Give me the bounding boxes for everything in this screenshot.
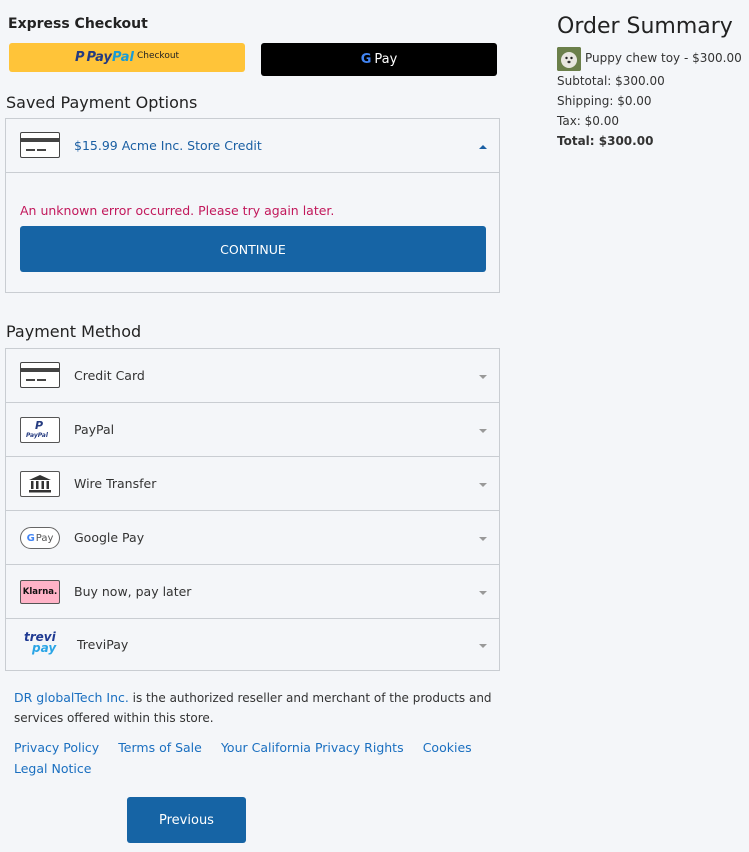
chevron-down-icon[interactable] — [479, 429, 487, 433]
footer-links: Privacy Policy Terms of Sale Your Califo… — [14, 737, 494, 779]
payment-method-google-pay[interactable]: G Pay Google Pay — [6, 511, 499, 565]
privacy-policy-link[interactable]: Privacy Policy — [14, 740, 99, 755]
continue-button[interactable]: CONTINUE — [20, 226, 486, 272]
payment-method-label: Credit Card — [74, 368, 145, 383]
trevi-bottom-text: pay — [32, 641, 57, 655]
order-item: Puppy chew toy - $300.00 — [585, 51, 742, 65]
cookies-link[interactable]: Cookies — [423, 740, 472, 755]
paypal-brand-pay: Pay — [86, 50, 113, 65]
credit-card-icon — [20, 132, 60, 158]
payment-method-panel: Credit Card P PayPal PayPal Wire Transfe… — [5, 348, 500, 671]
bank-icon — [20, 471, 60, 497]
klarna-icon: Klarna. — [20, 579, 60, 605]
error-message: An unknown error occurred. Please try ag… — [20, 203, 335, 218]
chevron-down-icon[interactable] — [479, 644, 487, 648]
payment-method-klarna[interactable]: Klarna. Buy now, pay later — [6, 565, 499, 619]
payment-method-label: Buy now, pay later — [74, 584, 192, 599]
product-thumbnail — [557, 47, 581, 71]
payment-method-label: TreviPay — [77, 637, 129, 652]
payment-method-paypal[interactable]: P PayPal PayPal — [6, 403, 499, 457]
subtotal: Subtotal: $300.00 — [557, 74, 665, 88]
payment-method-label: PayPal — [74, 422, 115, 437]
terms-of-sale-link[interactable]: Terms of Sale — [118, 740, 202, 755]
tax: Tax: $0.00 — [557, 114, 620, 128]
chevron-down-icon[interactable] — [479, 591, 487, 595]
payment-method-label: Google Pay — [74, 530, 145, 545]
order-summary-title: Order Summary — [557, 14, 733, 39]
paypal-brand-pal: Pal — [112, 50, 134, 65]
california-privacy-link[interactable]: Your California Privacy Rights — [221, 740, 404, 755]
google-pay-button[interactable]: G Pay — [261, 43, 497, 76]
paypal-logo-icon: P — [74, 50, 85, 65]
payment-method-credit-card[interactable]: Credit Card — [6, 349, 499, 403]
chevron-down-icon[interactable] — [479, 375, 487, 379]
payment-method-heading: Payment Method — [6, 322, 142, 341]
express-checkout-heading: Express Checkout — [8, 16, 148, 32]
payment-method-wire-transfer[interactable]: Wire Transfer — [6, 457, 499, 511]
legal-notice-link[interactable]: Legal Notice — [14, 761, 91, 776]
saved-option-store-credit[interactable]: $15.99 Acme Inc. Store Credit — [6, 119, 499, 173]
total: Total: $300.00 — [557, 134, 654, 148]
credit-card-icon — [20, 362, 60, 388]
google-pay-label: Pay — [374, 52, 398, 67]
google-pay-icon: G Pay — [20, 525, 60, 551]
paypal-checkout-suffix: Checkout — [136, 51, 180, 61]
chevron-down-icon[interactable] — [479, 537, 487, 541]
company-link[interactable]: DR globalTech Inc. — [14, 690, 129, 705]
gpay-mini-text: Pay — [35, 532, 54, 544]
google-g-icon: G — [360, 52, 372, 67]
paypal-checkout-button[interactable]: P Pay Pal Checkout — [9, 43, 245, 72]
klarna-text: Klarna. — [20, 580, 60, 604]
shipping: Shipping: $0.00 — [557, 94, 652, 108]
saved-payment-panel: $15.99 Acme Inc. Store Credit An unknown… — [5, 118, 500, 293]
footer-disclaimer: DR globalTech Inc. is the authorized res… — [14, 688, 494, 728]
previous-button[interactable]: Previous — [127, 797, 246, 843]
chevron-up-icon[interactable] — [479, 145, 487, 149]
paypal-icon: P PayPal — [20, 417, 60, 443]
paypal-mini-text: PayPal — [26, 432, 48, 439]
trevipay-icon: trevi pay — [22, 630, 62, 657]
chevron-down-icon[interactable] — [479, 483, 487, 487]
payment-method-label: Wire Transfer — [74, 476, 157, 491]
payment-method-trevipay[interactable]: trevi pay TreviPay — [6, 619, 499, 671]
saved-payment-heading: Saved Payment Options — [6, 93, 198, 112]
saved-option-label: $15.99 Acme Inc. Store Credit — [74, 138, 262, 153]
